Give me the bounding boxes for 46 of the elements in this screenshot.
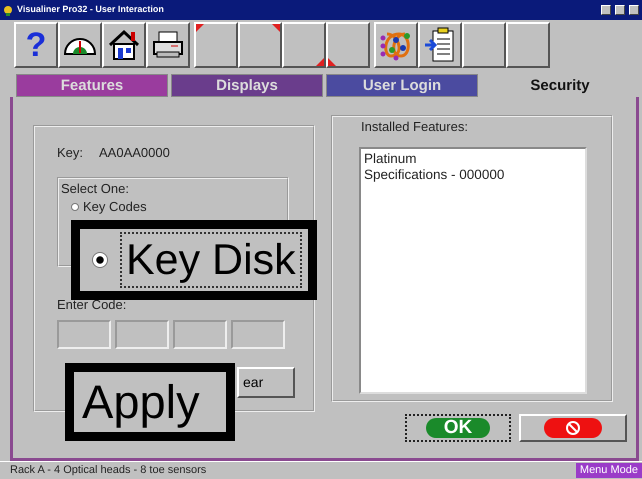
status-text: Rack A - 4 Optical heads - 8 toe sensors [10, 462, 206, 478]
house-icon [107, 29, 141, 61]
toolbar-button[interactable] [146, 22, 190, 68]
toolbar-button[interactable] [462, 22, 506, 68]
cancel-button[interactable] [519, 414, 627, 442]
mode-indicator: Menu Mode [576, 462, 642, 478]
list-item[interactable]: Platinum [364, 150, 582, 166]
code-field[interactable] [231, 320, 285, 349]
corner-mark-icon [196, 24, 204, 32]
window-title: Visualiner Pro32 - User Interaction [17, 3, 165, 16]
code-field[interactable] [57, 320, 111, 349]
app-icon [3, 4, 13, 16]
maximize-button[interactable] [615, 5, 625, 15]
option-label[interactable]: Key Disk [120, 232, 302, 288]
features-list[interactable]: Platinum Specifications - 000000 [359, 146, 587, 394]
tab[interactable]: Features [16, 74, 168, 97]
toolbar-button[interactable] [282, 22, 326, 68]
radio-button[interactable] [92, 252, 108, 268]
printer-icon [151, 30, 185, 60]
tab[interactable]: Displays [171, 74, 323, 97]
key-value: AA0AA0000 [99, 144, 170, 162]
clipboard-icon [424, 27, 456, 63]
toolbar-button[interactable] [374, 22, 418, 68]
code-field[interactable] [115, 320, 169, 349]
code-field[interactable] [173, 320, 227, 349]
clear-button[interactable]: ear [237, 367, 295, 398]
toolbar-button[interactable] [102, 22, 146, 68]
help-button[interactable]: ? [14, 22, 58, 68]
ok-button[interactable]: OK [405, 414, 511, 442]
toolbar-button[interactable] [194, 22, 238, 68]
toolbar-button[interactable] [506, 22, 550, 68]
list-item[interactable]: Specifications - 000000 [364, 166, 582, 182]
corner-mark-icon [272, 24, 280, 32]
tab[interactable]: User Login [326, 74, 478, 97]
option-label[interactable]: Key Codes [83, 199, 147, 214]
minimize-button[interactable] [601, 5, 611, 15]
code-label: Enter Code: [57, 296, 128, 314]
radio-button[interactable] [71, 202, 79, 210]
toolbar-button[interactable] [418, 22, 462, 68]
close-button[interactable] [629, 5, 639, 15]
toolbar-button[interactable] [58, 22, 102, 68]
apply-button[interactable]: Apply [82, 376, 200, 428]
key-label: Key: [57, 144, 84, 162]
cancel-icon [544, 418, 602, 438]
toolbar-button[interactable] [238, 22, 282, 68]
toolbar-button[interactable] [326, 22, 370, 68]
